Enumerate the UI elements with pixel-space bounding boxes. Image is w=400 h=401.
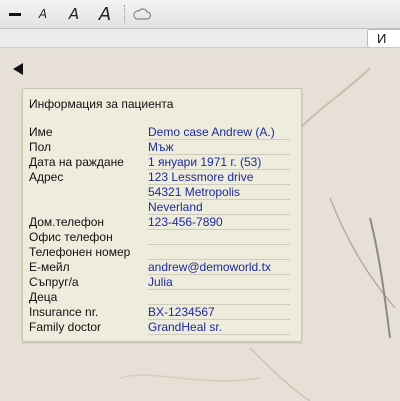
- row-family-doctor: Family doctor GrandHeal sr.: [23, 320, 301, 335]
- row-value[interactable]: Demo case Andrew (A.): [148, 125, 290, 140]
- row-label: Деца: [29, 290, 58, 304]
- row-label: Insurance nr.: [29, 305, 99, 319]
- tab-right[interactable]: И: [367, 29, 400, 48]
- row-phone-number: Телефонен номер: [23, 245, 301, 260]
- row-spouse: Съпруг/а Julia: [23, 275, 301, 290]
- row-value[interactable]: 54321 Metropolis: [148, 185, 290, 200]
- row-label: Пол: [29, 140, 52, 154]
- row-label: Телефонен номер: [29, 245, 131, 259]
- row-label: Family doctor: [29, 320, 102, 334]
- row-label: Офис телефон: [29, 230, 113, 244]
- tab-bar: И: [0, 29, 400, 48]
- back-arrow-icon[interactable]: [13, 63, 23, 75]
- row-value[interactable]: [148, 230, 290, 245]
- row-value[interactable]: [148, 290, 290, 305]
- minus-button[interactable]: [4, 0, 26, 28]
- row-label: Дата на раждане: [29, 155, 124, 169]
- font-smaller-button[interactable]: A: [33, 0, 53, 28]
- row-value[interactable]: andrew@demoworld.tx: [148, 260, 290, 275]
- row-home-phone: Дом.телефон 123-456-7890: [23, 215, 301, 230]
- row-value[interactable]: 123-456-7890: [148, 215, 290, 230]
- row-gender: Пол Мъж: [23, 140, 301, 155]
- row-value[interactable]: 1 януари 1971 г. (53): [148, 155, 290, 170]
- cloud-icon: [133, 8, 152, 20]
- minus-icon: [9, 12, 21, 16]
- row-office-phone: Офис телефон: [23, 230, 301, 245]
- patient-info-panel: Информация за пациента Име Demo case And…: [22, 88, 302, 342]
- row-value[interactable]: Neverland: [148, 200, 290, 215]
- font-larger-label: A: [98, 3, 112, 25]
- row-insurance: Insurance nr. BX-1234567: [23, 305, 301, 320]
- row-label: Име: [29, 125, 53, 139]
- row-address-line2: 54321 Metropolis: [23, 185, 301, 200]
- toolbar: A A A: [0, 0, 400, 29]
- row-email: Е-мейл andrew@demoworld.tx: [23, 260, 301, 275]
- row-value[interactable]: [148, 245, 290, 260]
- row-value[interactable]: BX-1234567: [148, 305, 290, 320]
- cloud-button[interactable]: [130, 0, 154, 28]
- row-label: Е-мейл: [29, 260, 70, 274]
- tab-right-label: И: [377, 31, 387, 46]
- row-children: Деца: [23, 290, 301, 305]
- row-value[interactable]: 123 Lessmore drive: [148, 170, 290, 185]
- row-value[interactable]: Мъж: [148, 140, 290, 155]
- row-value[interactable]: GrandHeal sr.: [148, 320, 290, 335]
- row-label: Адрес: [29, 170, 64, 184]
- row-label: Дом.телефон: [29, 215, 105, 229]
- row-value[interactable]: Julia: [148, 275, 290, 290]
- font-normal-button[interactable]: A: [63, 0, 85, 28]
- font-smaller-label: A: [38, 7, 48, 21]
- toolbar-separator: [124, 5, 125, 23]
- row-name: Име Demo case Andrew (A.): [23, 125, 301, 140]
- row-address-line3: Neverland: [23, 200, 301, 215]
- row-birthdate: Дата на раждане 1 януари 1971 г. (53): [23, 155, 301, 170]
- row-label: Съпруг/а: [29, 275, 79, 289]
- font-larger-button[interactable]: A: [93, 0, 117, 28]
- row-address: Адрес 123 Lessmore drive: [23, 170, 301, 185]
- font-normal-label: A: [68, 5, 80, 23]
- panel-title: Информация за пациента: [29, 97, 174, 111]
